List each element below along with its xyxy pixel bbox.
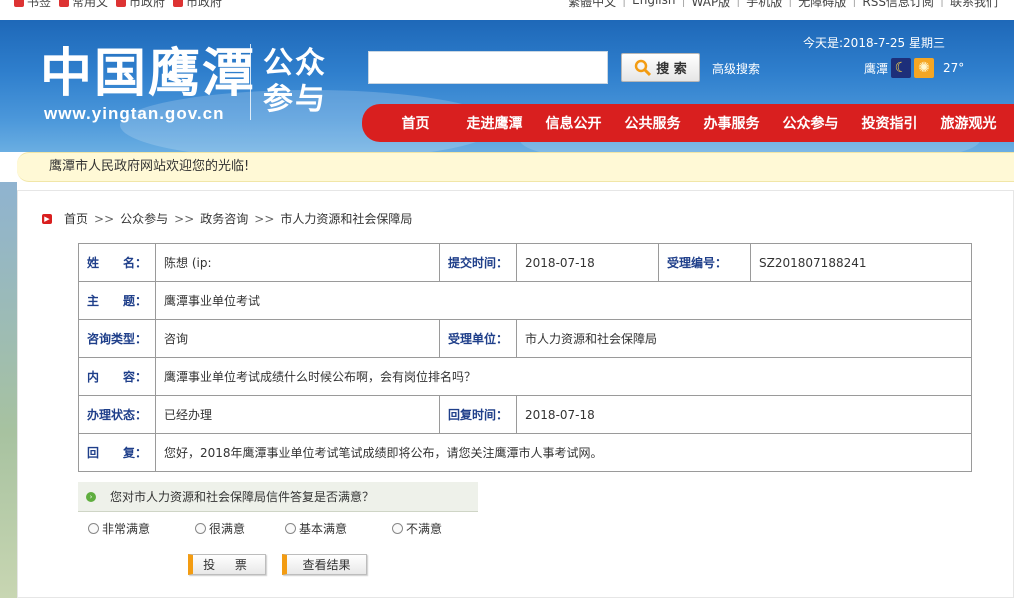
- search-input[interactable]: [368, 51, 608, 84]
- nav-item-investment[interactable]: 投资指引: [850, 113, 929, 133]
- name-value: 陈想 (ip:: [155, 243, 441, 282]
- unit-value: 市人力资源和社会保障局: [516, 319, 972, 358]
- vote-button[interactable]: 投 票: [188, 554, 266, 575]
- bookmark-icon: [59, 0, 70, 7]
- breadcrumb-bureau[interactable]: 市人力资源和社会保障局: [280, 210, 412, 227]
- table-row: 姓 名： 陈想 (ip: 提交时间： 2018-07-18 受理编号： SZ20…: [77, 243, 972, 282]
- consultation-detail-table: 姓 名： 陈想 (ip: 提交时间： 2018-07-18 受理编号： SZ20…: [77, 243, 972, 472]
- logo-divider: [250, 44, 251, 120]
- status-label: 办理状态：: [77, 395, 157, 434]
- top-link-3[interactable]: 市政府: [116, 0, 165, 10]
- top-right-links: 繁體中文 | English | WAP版 | 手机版 | 无障碍版 | RSS信息订阅 |…: [568, 0, 998, 10]
- nav-item-about[interactable]: 走进鹰潭: [455, 113, 534, 133]
- breadcrumb-participation[interactable]: 公众参与: [120, 210, 168, 227]
- nav-item-affairs[interactable]: 办事服务: [692, 113, 771, 133]
- location-icon: ▶: [42, 213, 52, 224]
- option-satisfied[interactable]: 很满意: [195, 520, 285, 537]
- search-icon: [634, 59, 652, 76]
- table-row: 主 题： 鹰潭事业单位考试: [77, 281, 972, 320]
- top-link-contact[interactable]: 联系我们: [950, 0, 998, 10]
- weather-widget: 鹰潭 ☾ ✺ 27°: [864, 58, 964, 78]
- view-results-button[interactable]: 查看结果: [282, 554, 367, 575]
- top-link-4[interactable]: 市政府: [173, 0, 222, 10]
- weather-city: 鹰潭: [864, 61, 889, 76]
- status-value: 已经办理: [155, 395, 441, 434]
- content-label: 内 容：: [77, 357, 157, 396]
- content-value: 鹰潭事业单位考试成绩什么时候公布啊，会有岗位排名吗？: [155, 357, 972, 396]
- sun-icon: ✺: [914, 58, 935, 78]
- radio-button[interactable]: [392, 523, 403, 534]
- top-left-links: 书签 常用文 市政府 市政府: [14, 0, 222, 10]
- top-link-2[interactable]: 常用文: [59, 0, 108, 10]
- breadcrumb-consult[interactable]: 政务咨询: [200, 210, 248, 227]
- top-link-wap[interactable]: WAP版: [692, 0, 731, 10]
- welcome-banner: 鹰潭市人民政府网站欢迎您的光临!: [17, 152, 1014, 182]
- background-strip: [0, 182, 17, 598]
- site-header: 中国鹰潭 www.yingtan.gov.cn 公众参与 搜 索 高级搜索 今天…: [0, 20, 1014, 152]
- nav-item-tourism[interactable]: 旅游观光: [929, 113, 1008, 133]
- site-logo[interactable]: 中国鹰潭: [40, 44, 256, 104]
- top-link-mobile[interactable]: 手机版: [746, 0, 782, 10]
- nav-item-home[interactable]: 首页: [376, 113, 455, 133]
- subject-value: 鹰潭事业单位考试: [155, 281, 972, 320]
- satisfaction-options: 非常满意 很满意 基本满意 不满意: [88, 520, 472, 537]
- date-display: 今天是:2018-7-25 星期三: [803, 36, 945, 50]
- submit-time-value: 2018-07-18: [516, 243, 660, 282]
- moon-icon: ☾: [891, 58, 912, 78]
- weather-temp: 27°: [943, 61, 965, 75]
- accept-no-label: 受理编号：: [658, 243, 752, 282]
- satisfaction-survey-header: › 您对市人力资源和社会保障局信件答复是否满意？: [78, 482, 478, 512]
- top-link-rss[interactable]: RSS信息订阅: [862, 0, 934, 10]
- table-row: 内 容： 鹰潭事业单位考试成绩什么时候公布啊，会有岗位排名吗？: [77, 357, 972, 396]
- nav-item-info[interactable]: 信息公开: [534, 113, 613, 133]
- table-row: 回 复： 您好，2018年鹰潭事业单位考试笔试成绩即将公布，请您关注鹰潭市人事考…: [77, 433, 972, 472]
- unit-label: 受理单位：: [439, 319, 518, 358]
- reply-label: 回 复：: [77, 433, 157, 472]
- radio-button[interactable]: [195, 523, 206, 534]
- search-button[interactable]: 搜 索: [621, 53, 700, 82]
- breadcrumb-separator: >>: [174, 211, 195, 226]
- reply-value: 您好，2018年鹰潭事业单位考试笔试成绩即将公布，请您关注鹰潭市人事考试网。: [155, 433, 972, 472]
- table-row: 办理状态： 已经办理 回复时间： 2018-07-18: [77, 395, 972, 434]
- survey-question: 您对市人力资源和社会保障局信件答复是否满意？: [110, 490, 375, 504]
- radio-button[interactable]: [285, 523, 296, 534]
- advanced-search-link[interactable]: 高级搜索: [712, 60, 760, 77]
- bookmark-icon: [14, 0, 24, 7]
- breadcrumb-home[interactable]: 首页: [64, 210, 88, 227]
- breadcrumb: ▶ 首页 >> 公众参与 >> 政务咨询 >> 市人力资源和社会保障局: [42, 210, 412, 227]
- accept-no-value: SZ201807188241: [750, 243, 972, 282]
- top-link-traditional[interactable]: 繁體中文: [568, 0, 616, 10]
- top-link-1[interactable]: 书签: [14, 0, 51, 10]
- table-row: 咨询类型： 咨询 受理单位： 市人力资源和社会保障局: [77, 319, 972, 358]
- breadcrumb-separator: >>: [254, 211, 275, 226]
- nav-item-public-service[interactable]: 公共服务: [613, 113, 692, 133]
- type-label: 咨询类型：: [77, 319, 157, 358]
- breadcrumb-separator: >>: [94, 211, 115, 226]
- top-link-english[interactable]: English: [632, 0, 675, 10]
- nav-item-participation[interactable]: 公众参与: [771, 113, 850, 133]
- type-value: 咨询: [155, 319, 441, 358]
- option-unsatisfied[interactable]: 不满意: [392, 520, 472, 537]
- site-url: www.yingtan.gov.cn: [44, 104, 225, 123]
- reply-time-value: 2018-07-18: [516, 395, 972, 434]
- radio-button[interactable]: [88, 523, 99, 534]
- bookmark-icon: [173, 0, 184, 7]
- main-nav: 首页 走进鹰潭 信息公开 公共服务 办事服务 公众参与 投资指引 旅游观光: [362, 104, 1014, 142]
- option-very-satisfied[interactable]: 非常满意: [88, 520, 195, 537]
- subject-label: 主 题：: [77, 281, 157, 320]
- chevron-right-icon: ›: [86, 491, 96, 502]
- option-basically-satisfied[interactable]: 基本满意: [285, 520, 392, 537]
- bookmark-icon: [116, 0, 127, 7]
- top-utility-bar: 书签 常用文 市政府 市政府 繁體中文 | English | WAP版 | 手机版 |…: [0, 0, 1014, 20]
- name-label: 姓 名：: [77, 243, 157, 282]
- top-link-accessible[interactable]: 无障碍版: [798, 0, 846, 10]
- reply-time-label: 回复时间：: [439, 395, 518, 434]
- submit-time-label: 提交时间：: [439, 243, 518, 282]
- search-button-label: 搜 索: [656, 62, 687, 77]
- section-logo: 公众参与: [263, 46, 327, 117]
